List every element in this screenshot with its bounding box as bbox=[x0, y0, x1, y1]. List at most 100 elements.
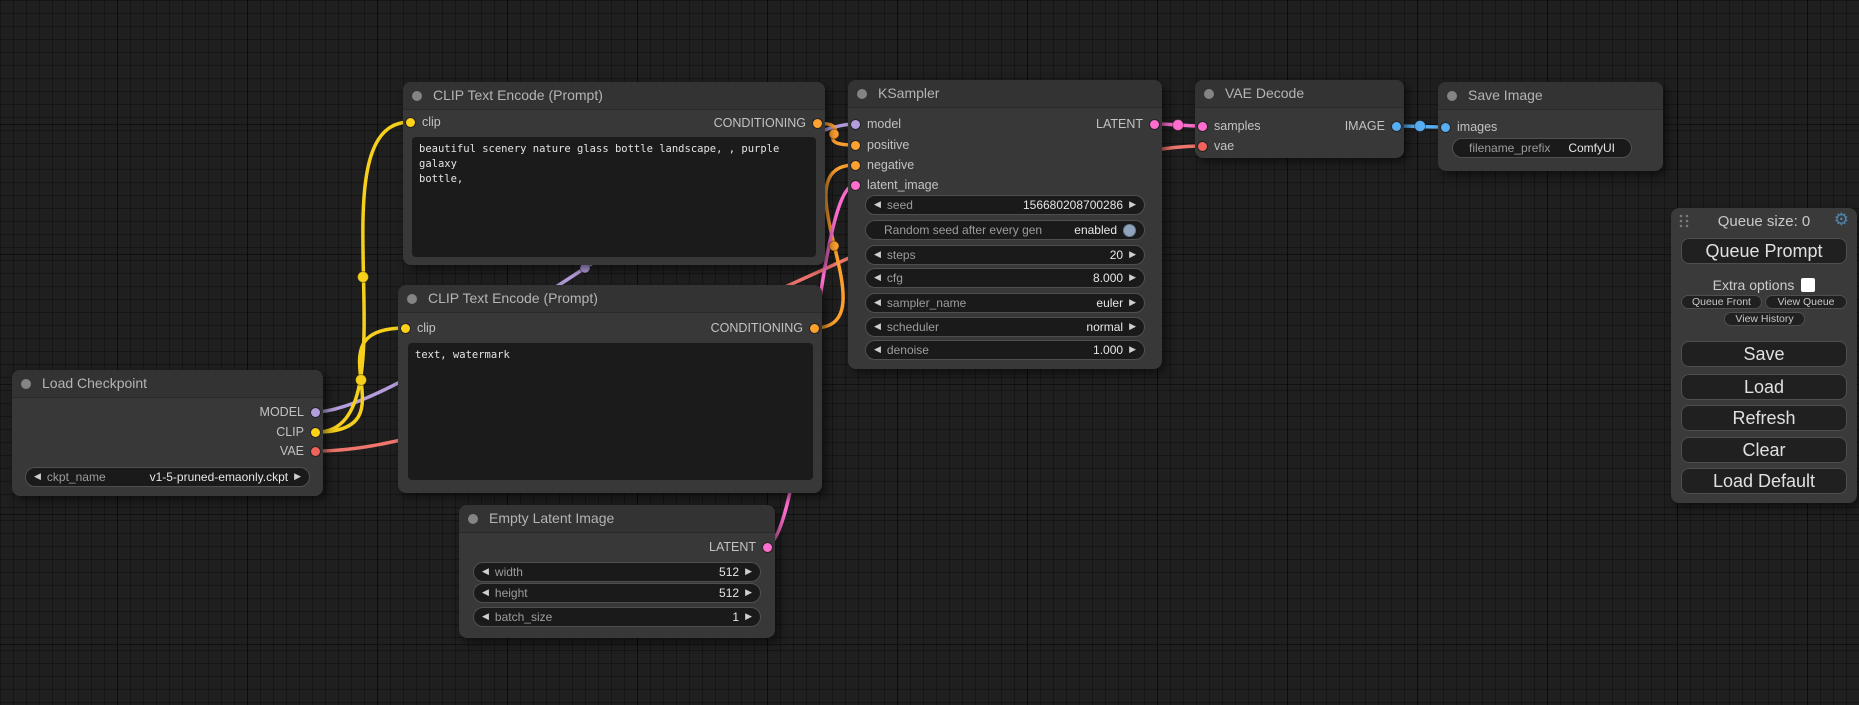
height-widget[interactable]: ◀ height 512 ▶ bbox=[473, 583, 761, 603]
input-vae[interactable]: vae bbox=[1198, 138, 1234, 154]
prompt-textarea[interactable]: beautiful scenery nature glass bottle la… bbox=[412, 137, 816, 257]
decrement-arrow-icon[interactable]: ◀ bbox=[874, 251, 881, 260]
increment-arrow-icon[interactable]: ▶ bbox=[1129, 299, 1136, 308]
vae-port-icon[interactable] bbox=[1198, 142, 1207, 151]
port-label: samples bbox=[1214, 119, 1261, 133]
collapse-dot-icon[interactable] bbox=[21, 379, 31, 389]
node-empty-latent-image[interactable]: Empty Latent Image LATENT ◀ width 512 ▶ … bbox=[459, 505, 775, 638]
collapse-dot-icon[interactable] bbox=[1447, 91, 1457, 101]
input-clip[interactable]: clip bbox=[406, 114, 441, 130]
input-latent-image[interactable]: latent_image bbox=[851, 177, 939, 193]
batch-size-widget[interactable]: ◀ batch_size 1 ▶ bbox=[473, 607, 761, 627]
increment-arrow-icon[interactable]: ▶ bbox=[294, 473, 301, 482]
output-clip[interactable]: CLIP bbox=[276, 424, 320, 440]
conditioning-port-icon[interactable] bbox=[810, 324, 819, 333]
latent-port-icon[interactable] bbox=[1198, 122, 1207, 131]
extra-options-checkbox[interactable] bbox=[1801, 278, 1815, 292]
refresh-button[interactable]: Refresh bbox=[1681, 405, 1847, 431]
conditioning-port-icon[interactable] bbox=[851, 141, 860, 150]
model-port-icon[interactable] bbox=[311, 408, 320, 417]
output-vae[interactable]: VAE bbox=[280, 443, 320, 459]
decrement-arrow-icon[interactable]: ◀ bbox=[874, 323, 881, 332]
prompt-textarea[interactable]: text, watermark bbox=[408, 343, 813, 480]
toggle-enabled-icon[interactable] bbox=[1123, 224, 1136, 237]
input-images[interactable]: images bbox=[1441, 119, 1497, 135]
decrement-arrow-icon[interactable]: ◀ bbox=[874, 299, 881, 308]
output-model[interactable]: MODEL bbox=[260, 404, 320, 420]
latent-port-icon[interactable] bbox=[763, 543, 772, 552]
decrement-arrow-icon[interactable]: ◀ bbox=[874, 346, 881, 355]
conditioning-port-icon[interactable] bbox=[813, 119, 822, 128]
widget-label: steps bbox=[887, 248, 916, 262]
denoise-widget[interactable]: ◀ denoise 1.000 ▶ bbox=[865, 340, 1145, 360]
increment-arrow-icon[interactable]: ▶ bbox=[745, 613, 752, 622]
decrement-arrow-icon[interactable]: ◀ bbox=[874, 274, 881, 283]
input-negative[interactable]: negative bbox=[851, 157, 914, 173]
increment-arrow-icon[interactable]: ▶ bbox=[745, 568, 752, 577]
queue-prompt-button[interactable]: Queue Prompt bbox=[1681, 238, 1847, 264]
latent-port-icon[interactable] bbox=[1150, 120, 1159, 129]
queue-size-label: Queue size: 0 bbox=[1718, 213, 1811, 230]
queue-front-button[interactable]: Queue Front bbox=[1681, 295, 1762, 309]
increment-arrow-icon[interactable]: ▶ bbox=[1129, 274, 1136, 283]
drag-handle-icon[interactable] bbox=[1679, 214, 1689, 228]
collapse-dot-icon[interactable] bbox=[468, 514, 478, 524]
sampler-name-widget[interactable]: ◀ sampler_name euler ▶ bbox=[865, 293, 1145, 313]
output-conditioning[interactable]: CONDITIONING bbox=[711, 320, 819, 336]
width-widget[interactable]: ◀ width 512 ▶ bbox=[473, 562, 761, 582]
decrement-arrow-icon[interactable]: ◀ bbox=[482, 568, 489, 577]
output-latent[interactable]: LATENT bbox=[1096, 116, 1159, 132]
input-clip[interactable]: clip bbox=[401, 320, 436, 336]
increment-arrow-icon[interactable]: ▶ bbox=[1129, 251, 1136, 260]
clip-port-icon[interactable] bbox=[401, 324, 410, 333]
steps-widget[interactable]: ◀ steps 20 ▶ bbox=[865, 245, 1145, 265]
random-seed-widget[interactable]: Random seed after every gen enabled bbox=[865, 220, 1145, 240]
node-ksampler[interactable]: KSampler model positive negative latent_… bbox=[848, 80, 1162, 369]
collapse-dot-icon[interactable] bbox=[412, 91, 422, 101]
vae-port-icon[interactable] bbox=[311, 447, 320, 456]
increment-arrow-icon[interactable]: ▶ bbox=[1129, 201, 1136, 210]
load-default-button[interactable]: Load Default bbox=[1681, 468, 1847, 494]
filename-prefix-widget[interactable]: filename_prefix ComfyUI bbox=[1452, 138, 1632, 158]
view-queue-button[interactable]: View Queue bbox=[1765, 295, 1847, 309]
decrement-arrow-icon[interactable]: ◀ bbox=[34, 473, 41, 482]
output-image[interactable]: IMAGE bbox=[1345, 118, 1401, 134]
clear-button[interactable]: Clear bbox=[1681, 437, 1847, 463]
cfg-widget[interactable]: ◀ cfg 8.000 ▶ bbox=[865, 268, 1145, 288]
collapse-dot-icon[interactable] bbox=[1204, 89, 1214, 99]
node-load-checkpoint[interactable]: Load Checkpoint MODEL CLIP VAE ◀ ckpt_na… bbox=[12, 370, 323, 496]
port-label: negative bbox=[867, 158, 914, 172]
save-button[interactable]: Save bbox=[1681, 341, 1847, 367]
view-history-button[interactable]: View History bbox=[1724, 312, 1805, 326]
node-vae-decode[interactable]: VAE Decode samples vae IMAGE bbox=[1195, 80, 1404, 158]
node-clip-text-encode-positive[interactable]: CLIP Text Encode (Prompt) clip CONDITION… bbox=[403, 82, 825, 265]
settings-gear-icon[interactable]: ⚙ bbox=[1834, 210, 1849, 230]
scheduler-widget[interactable]: ◀ scheduler normal ▶ bbox=[865, 317, 1145, 337]
node-graph-canvas[interactable]: Load Checkpoint MODEL CLIP VAE ◀ ckpt_na… bbox=[0, 0, 1859, 705]
increment-arrow-icon[interactable]: ▶ bbox=[1129, 323, 1136, 332]
decrement-arrow-icon[interactable]: ◀ bbox=[482, 589, 489, 598]
clip-port-icon[interactable] bbox=[311, 428, 320, 437]
decrement-arrow-icon[interactable]: ◀ bbox=[482, 613, 489, 622]
node-save-image[interactable]: Save Image images filename_prefix ComfyU… bbox=[1438, 82, 1663, 171]
increment-arrow-icon[interactable]: ▶ bbox=[1129, 346, 1136, 355]
model-port-icon[interactable] bbox=[851, 120, 860, 129]
decrement-arrow-icon[interactable]: ◀ bbox=[874, 201, 881, 210]
latent-port-icon[interactable] bbox=[851, 181, 860, 190]
clip-port-icon[interactable] bbox=[406, 118, 415, 127]
collapse-dot-icon[interactable] bbox=[857, 89, 867, 99]
collapse-dot-icon[interactable] bbox=[407, 294, 417, 304]
increment-arrow-icon[interactable]: ▶ bbox=[745, 589, 752, 598]
ckpt-name-widget[interactable]: ◀ ckpt_name v1-5-pruned-emaonly.ckpt ▶ bbox=[25, 467, 310, 487]
output-latent[interactable]: LATENT bbox=[709, 539, 772, 555]
node-clip-text-encode-negative[interactable]: CLIP Text Encode (Prompt) clip CONDITION… bbox=[398, 285, 822, 493]
input-positive[interactable]: positive bbox=[851, 137, 909, 153]
input-model[interactable]: model bbox=[851, 116, 901, 132]
image-port-icon[interactable] bbox=[1441, 123, 1450, 132]
conditioning-port-icon[interactable] bbox=[851, 161, 860, 170]
input-samples[interactable]: samples bbox=[1198, 118, 1261, 134]
output-conditioning[interactable]: CONDITIONING bbox=[714, 115, 822, 131]
seed-widget[interactable]: ◀ seed 156680208700286 ▶ bbox=[865, 195, 1145, 215]
load-button[interactable]: Load bbox=[1681, 374, 1847, 400]
image-port-icon[interactable] bbox=[1392, 122, 1401, 131]
